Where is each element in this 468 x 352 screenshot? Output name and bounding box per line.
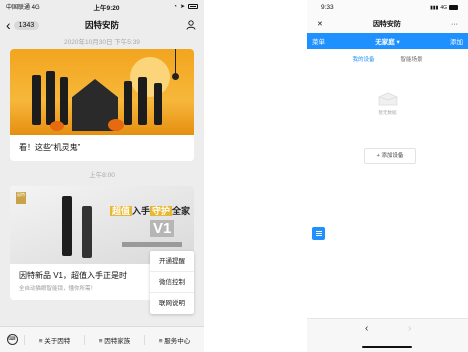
official-account-menu: ⌨ ≡ 关于因特 ≡ 因特家族 ≡ 服务中心 [0, 326, 204, 352]
smart-lock-graphic [60, 77, 68, 125]
promo-strip [122, 242, 182, 247]
signal-icon: ▮▮▮ [430, 4, 439, 11]
pumpkin-graphic [50, 121, 64, 131]
wechat-chat-screen: 中国联通 4G 上午9:20 ◔ ➤ ‹ 1343 因特安防 2020年10月3… [0, 0, 204, 352]
pumpkin-graphic [108, 119, 124, 131]
smart-lock-graphic [46, 71, 55, 125]
keyboard-toggle[interactable]: ⌨ [0, 334, 24, 345]
article-card-halloween[interactable]: 看！这些“机灵鬼” [10, 49, 194, 161]
home-toolbar: 菜单 无家庭 ▾ 添加 [307, 33, 468, 49]
status-icons: ▮▮▮ 4G [430, 5, 458, 11]
more-options-icon[interactable]: ··· [451, 21, 458, 28]
alarm-icon: ◔ [173, 3, 177, 10]
menu-item[interactable]: ≡ 因特家族 [84, 334, 144, 345]
spider-thread-graphic [175, 49, 176, 75]
message-timestamp: 2020年10月30日 下午5:39 [64, 39, 140, 46]
device-tabs: 我的设备 智能场景 [307, 49, 468, 69]
home-indicator[interactable] [362, 346, 412, 348]
promo-tag: 守护 [150, 206, 173, 216]
empty-box-icon [378, 92, 398, 106]
promo-headline: 超值 入手 守护 全家 [110, 204, 190, 217]
menu-item[interactable]: ≡ 关于因特 [24, 334, 84, 345]
door-lock-graphic [62, 196, 72, 256]
smart-lock-graphic [124, 81, 132, 125]
promo-model-label: V1 [150, 220, 175, 237]
unread-count-badge[interactable]: 1343 [13, 20, 40, 30]
empty-state-text: 暂无数据 [378, 110, 397, 115]
submenu-item[interactable]: 联网说明 [150, 293, 194, 314]
status-time: 9:33 [321, 4, 334, 11]
battery-icon [188, 4, 198, 9]
promo-prefix: 超值 [110, 206, 133, 216]
submenu-popup: 开通提醒 微信控制 联网说明 [150, 251, 194, 314]
keyboard-icon: ⌨ [6, 334, 18, 345]
submenu-item[interactable]: 微信控制 [150, 272, 194, 293]
add-button[interactable]: 添加 [450, 36, 463, 46]
spider-graphic [172, 73, 179, 80]
moon-graphic [130, 57, 170, 97]
back-arrow-icon[interactable]: ‹ [6, 18, 11, 32]
close-icon[interactable]: ✕ [317, 20, 323, 28]
browser-bottom-bar: ‹ › [307, 318, 468, 352]
halloween-banner-image [10, 49, 194, 135]
mini-program-screen: 9:33 ▮▮▮ 4G ✕ 因特安防 ··· 菜单 无家庭 ▾ 添加 我的设备 … [307, 0, 468, 352]
message-timestamp: 上午8:00 [89, 172, 115, 179]
menu-button[interactable]: 菜单 [312, 36, 325, 46]
smart-lock-graphic [154, 83, 162, 125]
network-label: 4G [440, 4, 447, 11]
article-title: 看！这些“机灵鬼” [19, 143, 81, 152]
menu-item[interactable]: ≡ 服务中心 [144, 334, 204, 345]
smart-lock-graphic [32, 75, 41, 125]
list-icon [315, 231, 322, 232]
promo-mid: 入手 [132, 206, 151, 216]
add-device-button[interactable]: + 添加设备 [364, 148, 416, 164]
page-title: 因特安防 [372, 21, 401, 28]
tab-smart-scenes[interactable]: 智能场景 [399, 55, 425, 63]
brand-logo: 因特 [16, 192, 26, 204]
status-bar: 9:33 ▮▮▮ 4G [307, 0, 468, 15]
mini-program-header: ✕ 因特安防 ··· [307, 15, 468, 33]
status-icons: ◔ ➤ [173, 3, 198, 10]
status-bar: 中国联通 4G 上午9:20 ◔ ➤ [0, 0, 204, 13]
smart-lock-graphic [138, 77, 147, 125]
back-icon[interactable]: ‹ [365, 323, 368, 334]
submenu-item[interactable]: 开通提醒 [150, 251, 194, 272]
carrier-label: 中国联通 4G [6, 5, 40, 11]
home-selector[interactable]: 无家庭 ▾ [375, 36, 400, 46]
floating-menu-button[interactable] [312, 227, 325, 240]
tab-my-devices[interactable]: 我的设备 [346, 55, 381, 69]
chat-header: ‹ 1343 因特安防 [0, 13, 204, 37]
door-lock-graphic [82, 206, 92, 258]
forward-icon: › [408, 323, 412, 334]
location-icon: ➤ [179, 4, 185, 10]
status-time: 上午9:20 [93, 4, 120, 12]
battery-icon [449, 5, 458, 10]
promo-end: 全家 [172, 206, 191, 216]
profile-icon[interactable] [186, 20, 196, 30]
device-list: 暂无数据 + 添加设备 [307, 68, 468, 318]
caret-down-icon: ▾ [396, 39, 400, 46]
